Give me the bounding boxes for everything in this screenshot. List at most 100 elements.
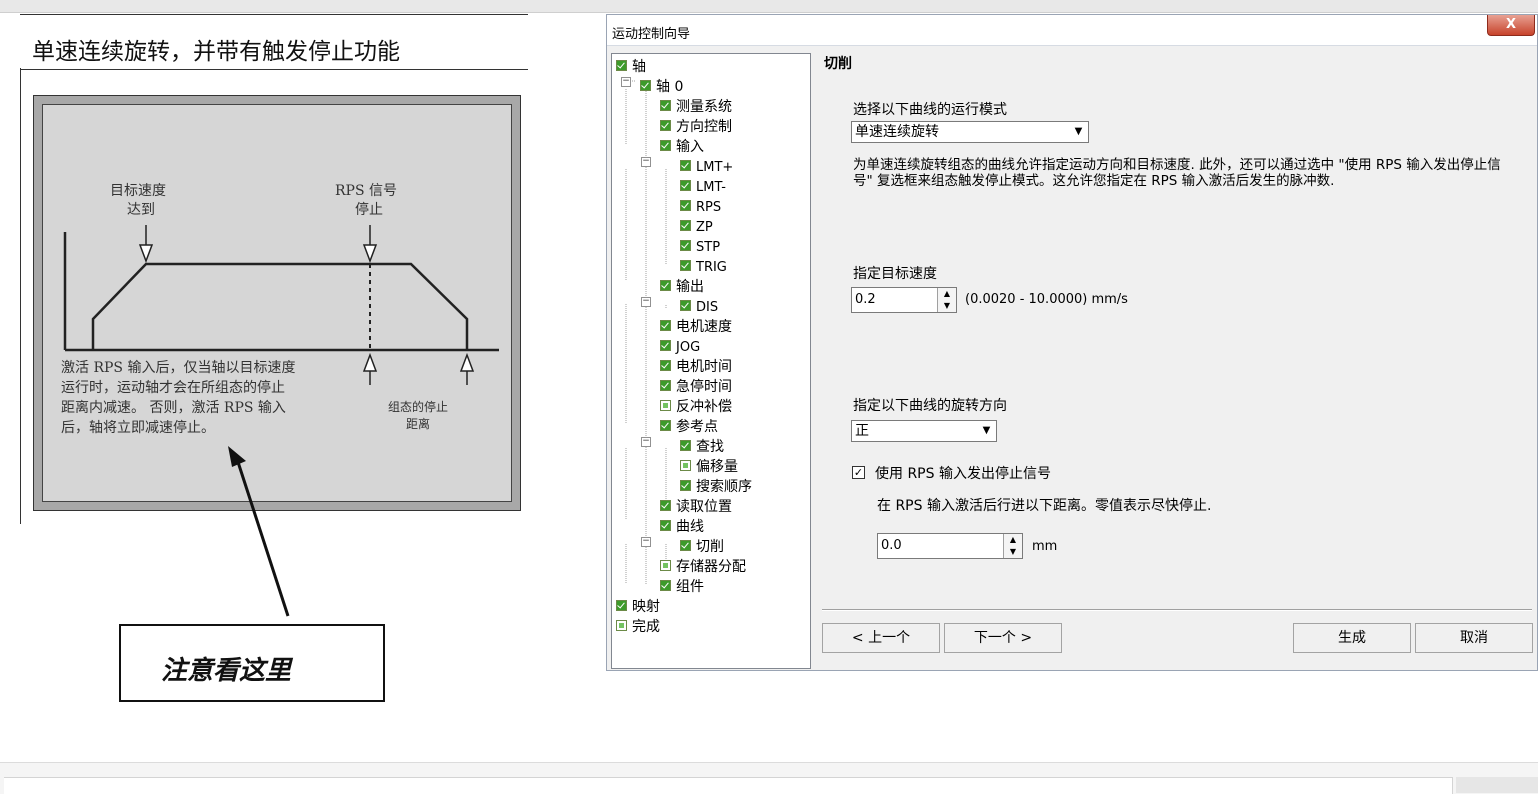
tree-checkbox-icon[interactable] xyxy=(660,140,671,151)
tree-checkbox-icon[interactable] xyxy=(660,500,671,511)
callout-arrow xyxy=(228,446,290,617)
rps-stop-checkbox[interactable]: ✓ xyxy=(852,466,865,479)
spin-down-icon[interactable]: ▼ xyxy=(938,300,956,312)
tree-checkbox-icon[interactable] xyxy=(660,120,671,131)
tree-item[interactable]: 映射 xyxy=(616,598,660,616)
bottom-side-button[interactable] xyxy=(1456,777,1538,793)
tree-checkbox-icon[interactable] xyxy=(680,180,691,191)
tree-item[interactable]: 组件 xyxy=(660,578,704,596)
tree-item-label: LMT- xyxy=(696,180,726,195)
tree-item[interactable]: 切削 xyxy=(680,538,724,556)
tree-item[interactable]: 输出 xyxy=(660,278,704,296)
tree-checkbox-icon[interactable] xyxy=(680,440,691,451)
tree-item[interactable]: DIS xyxy=(680,298,718,316)
tree-checkbox-icon[interactable] xyxy=(660,320,671,331)
tree-checkbox-icon[interactable] xyxy=(616,600,627,611)
tree-item[interactable]: 电机时间 xyxy=(660,358,732,376)
tree-checkbox-icon[interactable] xyxy=(680,480,691,491)
tree-checkbox-icon[interactable] xyxy=(660,400,671,411)
direction-select[interactable]: 正 ▼ xyxy=(851,420,997,442)
tree-item-label: 组件 xyxy=(676,579,704,595)
speed-input-value: 0.2 xyxy=(855,292,876,307)
close-button[interactable]: X xyxy=(1487,15,1535,36)
chevron-down-icon: ▼ xyxy=(1074,126,1083,137)
tree-checkbox-icon[interactable] xyxy=(680,300,691,311)
tree-item[interactable]: LMT+ xyxy=(680,158,733,176)
tree-item-label: 存储器分配 xyxy=(676,559,746,575)
speed-input[interactable]: 0.2 ▲ ▼ xyxy=(851,287,957,313)
tree-item-label: 参考点 xyxy=(676,419,718,435)
tree-checkbox-icon[interactable] xyxy=(680,200,691,211)
next-button[interactable]: 下一个 > xyxy=(944,623,1062,653)
tree-item[interactable]: 存储器分配 xyxy=(660,558,746,576)
tree-item-label: JOG xyxy=(676,340,701,355)
tree-item[interactable]: 急停时间 xyxy=(660,378,732,396)
tree-item[interactable]: 读取位置 xyxy=(660,498,732,516)
tree-item[interactable]: 曲线 xyxy=(660,518,704,536)
tree-item[interactable]: RPS xyxy=(680,198,721,216)
tree-item[interactable]: 查找 xyxy=(680,438,724,456)
tree-checkbox-icon[interactable] xyxy=(660,580,671,591)
stop-dist-right-head xyxy=(459,352,475,372)
tree-checkbox-icon[interactable] xyxy=(680,240,691,251)
tree-checkbox-icon[interactable] xyxy=(660,420,671,431)
tree-item[interactable]: 电机速度 xyxy=(660,318,732,336)
tree-checkbox-icon[interactable] xyxy=(660,520,671,531)
tree-item[interactable]: 输入 xyxy=(660,138,704,156)
tree-checkbox-icon[interactable] xyxy=(616,620,627,631)
tree-checkbox-icon[interactable] xyxy=(680,160,691,171)
rps-stop-checkbox-label[interactable]: 使用 RPS 输入发出停止信号 xyxy=(875,463,1051,483)
distance-spinner[interactable]: ▲ ▼ xyxy=(1003,534,1022,558)
tree-item[interactable]: 反冲补偿 xyxy=(660,398,732,416)
tree-item[interactable]: 搜索顺序 xyxy=(680,478,752,496)
speed-range: (0.0020 - 10.0000) mm/s xyxy=(965,292,1128,307)
tree-checkbox-icon[interactable] xyxy=(680,260,691,271)
generate-button[interactable]: 生成 xyxy=(1293,623,1411,653)
tree-checkbox-icon[interactable] xyxy=(680,460,691,471)
tree-item[interactable]: 完成 xyxy=(616,618,660,636)
tree-checkbox-icon[interactable] xyxy=(660,100,671,111)
tree-item[interactable]: TRIG xyxy=(680,258,727,276)
tree-item[interactable]: 参考点 xyxy=(660,418,718,436)
tree-item[interactable]: LMT- xyxy=(680,178,726,196)
spin-up-icon[interactable]: ▲ xyxy=(938,288,956,300)
tree-checkbox-icon[interactable] xyxy=(680,540,691,551)
tree-checkbox-icon[interactable] xyxy=(660,380,671,391)
bottom-input-area[interactable] xyxy=(4,777,1453,794)
tree-item[interactable]: 轴 0 xyxy=(640,78,683,96)
distance-input[interactable]: 0.0 ▲ ▼ xyxy=(877,533,1023,559)
tree-item[interactable]: JOG xyxy=(660,338,700,356)
tree-checkbox-icon[interactable] xyxy=(616,60,627,71)
tree-checkbox-icon[interactable] xyxy=(680,220,691,231)
tree-item[interactable]: STP xyxy=(680,238,720,256)
tree-collapse-curves[interactable]: − xyxy=(641,537,651,547)
motion-control-wizard-dialog: 运动控制向导 X − − − − − 轴轴 0 测量系统 方向控制 输入 LMT+ LMT… xyxy=(606,14,1538,671)
tree-item-label: DIS xyxy=(696,300,719,315)
tree-checkbox-icon[interactable] xyxy=(660,560,671,571)
tree-item-label: 偏移量 xyxy=(696,459,738,475)
tree-checkbox-icon[interactable] xyxy=(640,80,651,91)
tree-collapse-inputs[interactable]: − xyxy=(641,157,651,167)
tree-item[interactable]: 轴 xyxy=(616,58,646,76)
tree-checkbox-icon[interactable] xyxy=(660,340,671,351)
speed-spinner[interactable]: ▲ ▼ xyxy=(937,288,956,312)
spin-up-icon[interactable]: ▲ xyxy=(1004,534,1022,546)
callout-arrow-head xyxy=(228,446,246,467)
tree-item[interactable]: ZP xyxy=(680,218,713,236)
tree-collapse-refpoint[interactable]: − xyxy=(641,437,651,447)
tree-checkbox-icon[interactable] xyxy=(660,280,671,291)
tree-item[interactable]: 测量系统 xyxy=(660,98,732,116)
mode-select[interactable]: 单速连续旋转 ▼ xyxy=(851,121,1089,143)
tree-item-label: STP xyxy=(696,240,721,255)
tree-item[interactable]: 偏移量 xyxy=(680,458,738,476)
tree-collapse-axis0[interactable]: − xyxy=(621,77,631,87)
prev-button[interactable]: < 上一个 xyxy=(822,623,940,653)
cancel-button[interactable]: 取消 xyxy=(1415,623,1533,653)
tree-collapse-outputs[interactable]: − xyxy=(641,297,651,307)
tree-item[interactable]: 方向控制 xyxy=(660,118,732,136)
spin-down-icon[interactable]: ▼ xyxy=(1004,546,1022,558)
distance-unit: mm xyxy=(1032,539,1058,554)
close-icon: X xyxy=(1505,17,1517,32)
tree-item-label: RPS xyxy=(696,200,722,215)
tree-checkbox-icon[interactable] xyxy=(660,360,671,371)
